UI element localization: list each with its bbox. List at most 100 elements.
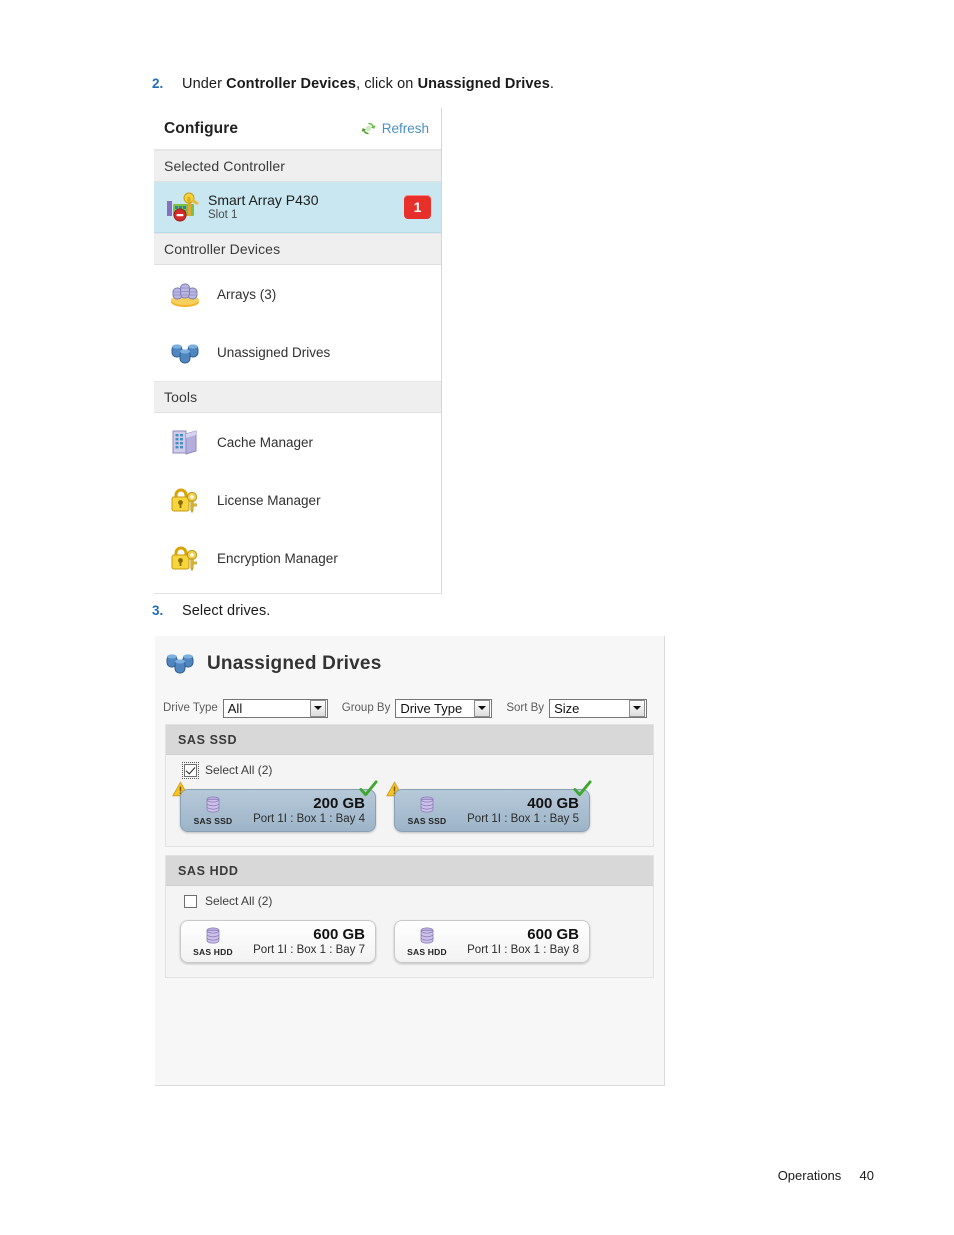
controller-slot: Slot 1 [208,209,238,221]
step-3-number: 3. [152,603,164,618]
step-2-bold-unassigned-drives: Unassigned Drives [417,76,550,92]
drives-filter-bar: Drive Type All Group By Drive Type Sort … [155,692,664,724]
tool-item-license-manager[interactable]: License Manager [154,471,441,529]
step-2-bold-controller-devices: Controller Devices [226,76,357,92]
chevron-down-icon [309,699,326,717]
configure-panel-title: Configure [164,119,239,137]
unassigned-drives-icon [163,647,197,682]
page-footer: Operations 40 [778,1168,874,1183]
tool-item-cache-manager[interactable]: Cache Manager [154,413,441,471]
drive-card-size: 400 GB [527,794,579,812]
drive-type-select[interactable]: All [222,698,328,718]
drive-card-wrap: SAS HDD 600 GB Port 1I : Box 1 : Bay 8 [394,920,590,963]
configure-panel: Configure Refresh Selected Controller Sm… [154,108,442,594]
drive-card-type: SAS HDD [407,947,447,957]
select-all-sas-ssd-label: Select All (2) [205,763,273,777]
raid-controller-icon [163,189,203,226]
drive-card-left: SAS SSD [188,795,238,826]
unassigned-drives-header: Unassigned Drives [155,636,664,692]
selected-controller-row[interactable]: Smart Array P430 Slot 1 1 [154,182,441,233]
controller-alert-badge[interactable]: 1 [404,195,431,219]
device-item-unassigned-drives-label: Unassigned Drives [217,344,331,360]
tool-item-cache-manager-label: Cache Manager [217,434,314,450]
drive-card[interactable]: SAS SSD 400 GB Port 1I : Box 1 : Bay 5 [394,789,590,832]
step-2-text: Under Controller Devices, click on Unass… [182,76,554,92]
refresh-button[interactable]: Refresh [360,120,429,137]
check-icon [359,780,378,797]
drive-card-left: SAS SSD [402,795,452,826]
drive-card-right: 400 GB Port 1I : Box 1 : Bay 5 [452,794,581,826]
select-all-sas-hdd-checkbox[interactable] [184,894,197,908]
drive-card-size: 600 GB [313,925,365,943]
select-all-sas-hdd-label: Select All (2) [205,894,273,908]
lock-key-icon [166,485,204,515]
tool-item-license-manager-label: License Manager [217,492,321,508]
drive-card-wrap: SAS SSD 200 GB Port 1I : Box 1 : Bay 4 [172,780,378,832]
section-header-controller-devices: Controller Devices [154,233,441,265]
step-3-text: Select drives. [182,603,271,619]
sort-by-select[interactable]: Size [549,698,648,718]
drive-group-sas-hdd-title: SAS HDD [166,856,653,886]
chevron-down-icon [474,699,491,717]
cache-manager-icon [166,427,204,457]
controller-names: Smart Array P430 Slot 1 [203,192,404,222]
drive-group-sas-ssd-title: SAS SSD [166,725,653,755]
drive-icon [420,796,434,813]
drive-icon [206,796,220,813]
select-all-sas-hdd[interactable]: Select All (2) [166,886,653,916]
refresh-icon [361,122,375,135]
select-all-sas-ssd-checkbox[interactable] [182,761,199,779]
footer-page-number: 40 [859,1168,874,1183]
chevron-down-icon [629,699,646,717]
drive-card-type: SAS SSD [407,816,447,826]
drive-group-sas-hdd: SAS HDD Select All (2) SAS HDD 600 GB Po… [165,855,654,978]
step-2-number: 2. [152,76,164,91]
sort-by-filter-label: Sort By [506,702,545,714]
lock-key-icon [166,543,204,573]
configure-panel-header: Configure Refresh [154,108,441,150]
drive-card-right: 200 GB Port 1I : Box 1 : Bay 4 [238,794,367,826]
drive-icon [420,927,434,944]
device-item-arrays-label: Arrays (3) [217,286,277,302]
drive-card[interactable]: SAS HDD 600 GB Port 1I : Box 1 : Bay 7 [180,920,376,963]
tool-item-encryption-manager[interactable]: Encryption Manager [154,529,441,587]
drive-card-type: SAS SSD [193,816,233,826]
group-by-select[interactable]: Drive Type [395,698,493,718]
drive-card-right: 600 GB Port 1I : Box 1 : Bay 7 [238,925,367,957]
drive-icon [206,927,220,944]
group-by-select-value: Drive Type [400,700,463,716]
drive-card-location: Port 1I : Box 1 : Bay 4 [253,812,365,825]
drive-cards-sas-hdd: SAS HDD 600 GB Port 1I : Box 1 : Bay 7 S… [166,916,653,977]
step-3: 3. Select drives. [152,603,270,619]
drive-card-right: 600 GB Port 1I : Box 1 : Bay 8 [452,925,581,957]
drive-card-wrap: SAS HDD 600 GB Port 1I : Box 1 : Bay 7 [180,920,376,963]
drive-type-select-value: All [227,700,243,716]
refresh-label: Refresh [381,121,429,136]
sort-by-select-value: Size [554,700,580,716]
drive-card-wrap: SAS SSD 400 GB Port 1I : Box 1 : Bay 5 [386,780,592,832]
drive-card-left: SAS HDD [188,926,238,957]
drive-card-location: Port 1I : Box 1 : Bay 5 [467,812,579,825]
drive-group-sas-ssd: SAS SSD Select All (2) SAS SSD 200 GB Po… [165,724,654,847]
device-item-arrays[interactable]: Arrays (3) [154,265,441,323]
drive-card-size: 200 GB [313,794,365,812]
device-item-unassigned-drives[interactable]: Unassigned Drives [154,323,441,381]
drive-card-left: SAS HDD [402,926,452,957]
footer-section: Operations [777,1168,842,1183]
drive-card-location: Port 1I : Box 1 : Bay 8 [467,943,579,956]
drive-card[interactable]: SAS HDD 600 GB Port 1I : Box 1 : Bay 8 [394,920,590,963]
step-2-text-mid: , click on [356,76,418,92]
controller-name: Smart Array P430 [208,192,319,208]
step-2-text-pre: Under [182,76,227,92]
unassigned-drives-title: Unassigned Drives [207,653,382,674]
drive-card-location: Port 1I : Box 1 : Bay 7 [253,943,365,956]
step-2: 2. Under Controller Devices, click on Un… [152,76,554,92]
drive-card[interactable]: SAS SSD 200 GB Port 1I : Box 1 : Bay 4 [180,789,376,832]
unassigned-drives-panel: Unassigned Drives Drive Type All Group B… [155,636,665,1086]
drive-card-type: SAS HDD [193,947,233,957]
drive-type-filter-label: Drive Type [163,702,218,714]
tool-item-encryption-manager-label: Encryption Manager [217,550,338,566]
unassigned-drives-icon [166,337,204,367]
drive-card-size: 600 GB [527,925,579,943]
arrays-icon [166,279,204,309]
